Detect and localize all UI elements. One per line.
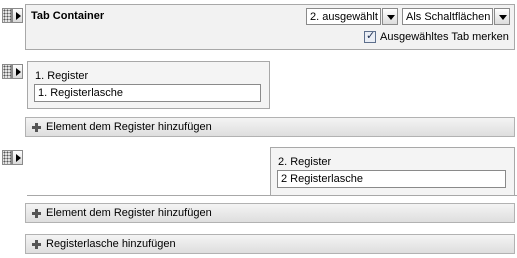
chevron-down-icon[interactable] [494,8,510,25]
register-2-label: 2. Register [278,156,332,168]
drag-handle-icon[interactable] [2,8,12,23]
component-title: Tab Container [31,10,105,22]
add-element-register-2-button[interactable]: Element dem Register hinzufügen [25,203,515,223]
expand-arrow-icon[interactable] [12,64,23,79]
add-element-register-1-button[interactable]: Element dem Register hinzufügen [25,117,515,137]
drag-handle-icon[interactable] [2,64,12,79]
display-mode-value: Als Schaltflächen [406,10,491,23]
remember-tab-label: Ausgewähltes Tab merken [380,31,509,43]
add-tab-label: Registerlasche hinzufügen [46,238,176,250]
remember-tab-checkbox[interactable] [364,29,376,43]
register-2-tab-value: 2 Registerlasche [281,173,363,185]
chevron-down-icon[interactable] [382,8,398,25]
expand-arrow-icon[interactable] [12,8,23,23]
plus-icon [32,208,41,218]
register-1-tab-input[interactable]: 1. Registerlasche [34,84,261,102]
expand-arrow-icon[interactable] [12,150,23,165]
register-2-tab-input[interactable]: 2 Registerlasche [277,170,506,188]
register-1-tab-value: 1. Registerlasche [38,87,123,99]
add-element-label: Element dem Register hinzufügen [46,121,212,133]
display-mode-select[interactable]: Als Schaltflächen [402,8,493,25]
plus-icon [32,122,41,132]
selected-tab-value: 2. ausgewählt [310,10,378,23]
selected-tab-select[interactable]: 2. ausgewählt [306,8,381,25]
add-element-label: Element dem Register hinzufügen [46,207,212,219]
register-1-label: 1. Register [35,70,89,82]
add-tab-button[interactable]: Registerlasche hinzufügen [25,234,515,254]
plus-icon [32,239,41,249]
drag-handle-icon[interactable] [2,150,12,165]
